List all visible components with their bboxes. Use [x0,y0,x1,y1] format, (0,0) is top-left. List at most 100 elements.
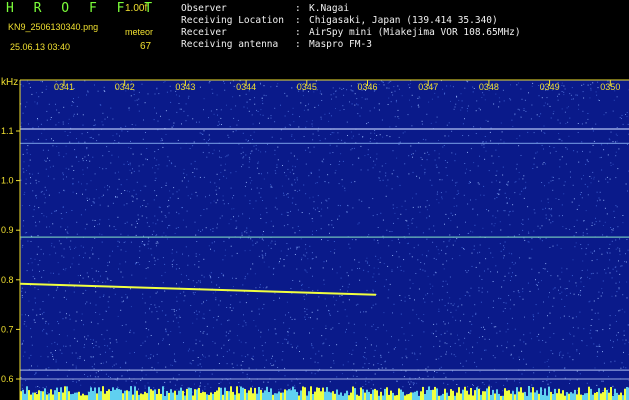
noise-dot [576,350,578,352]
noise-dot [335,108,336,109]
noise-dot [51,212,53,214]
noise-dot [134,100,136,102]
noise-dot [176,379,178,381]
noise-dot [165,185,167,186]
noise-dot [519,257,520,259]
noise-dot [237,119,239,121]
noise-dot [129,352,131,354]
noise-dot [246,373,248,375]
noise-dot [30,182,32,184]
noise-dot [578,108,580,110]
intensity-bar [560,393,562,400]
noise-dot [235,277,237,279]
noise-dot [549,247,551,248]
noise-dot [111,154,113,156]
noise-dot [43,311,45,313]
intensity-bar [22,389,24,400]
noise-dot [191,193,193,195]
noise-dot [296,179,298,181]
noise-dot [473,249,475,251]
intensity-bar [222,394,224,400]
intensity-bar [488,386,490,400]
noise-dot [41,132,43,134]
noise-dot [445,376,447,378]
noise-dot [244,276,246,278]
noise-dot [323,283,325,285]
intensity-bar [588,386,590,400]
noise-dot [131,380,133,382]
noise-dot [315,182,317,184]
noise-dot [153,257,155,259]
noise-dot [612,268,614,270]
noise-dot [587,244,589,246]
intensity-bar [172,392,174,400]
noise-dot [31,173,33,175]
noise-dot [561,298,563,300]
noise-dot [30,354,32,356]
noise-dot [467,110,468,112]
noise-dot [536,284,538,286]
noise-dot [359,279,361,281]
noise-dot [328,345,330,346]
noise-dot [531,268,533,270]
noise-dot [231,363,233,365]
noise-dot [76,381,77,383]
noise-dot [320,228,322,230]
intensity-bar [532,387,534,400]
noise-dot [100,362,102,364]
noise-dot [464,172,466,174]
noise-dot [541,225,543,227]
noise-dot [588,301,590,303]
noise-dot [452,86,454,88]
noise-dot [488,317,490,319]
intensity-bar [178,390,180,400]
noise-dot [451,258,453,260]
noise-dot [547,359,549,361]
noise-dot [377,259,379,261]
intensity-bar [258,387,260,400]
noise-dot [315,353,317,355]
noise-dot [171,264,173,266]
noise-dot [72,183,73,185]
noise-dot [331,220,333,221]
noise-dot [364,352,366,353]
noise-dot [65,290,66,292]
noise-dot [185,120,187,122]
noise-dot [389,126,391,128]
noise-dot [239,95,241,97]
noise-dot [563,368,565,369]
noise-dot [112,202,114,204]
noise-dot [21,343,23,345]
noise-dot [156,371,158,373]
noise-dot [484,338,486,340]
noise-dot [271,240,273,242]
noise-dot [204,386,206,388]
noise-dot [50,352,52,354]
noise-dot [616,135,618,136]
noise-dot [575,232,577,234]
noise-dot [338,183,340,185]
noise-dot [22,355,24,357]
noise-dot [543,162,545,163]
intensity-bar [32,392,34,400]
noise-dot [617,247,619,249]
noise-dot [450,303,452,305]
noise-dot [240,153,242,155]
noise-dot [297,209,299,211]
noise-dot [156,310,158,312]
noise-dot [173,259,175,261]
noise-dot [551,215,553,217]
noise-dot [97,370,99,372]
noise-dot [82,158,84,160]
noise-dot [598,197,600,199]
noise-dot [367,368,369,370]
noise-dot [297,191,298,192]
noise-dot [92,138,94,140]
noise-dot [230,295,232,297]
noise-dot [206,299,208,301]
noise-dot [562,338,564,340]
noise-dot [188,348,190,350]
noise-dot [571,201,573,203]
noise-dot [502,89,504,91]
x-tick-label: 0346 [358,82,378,92]
